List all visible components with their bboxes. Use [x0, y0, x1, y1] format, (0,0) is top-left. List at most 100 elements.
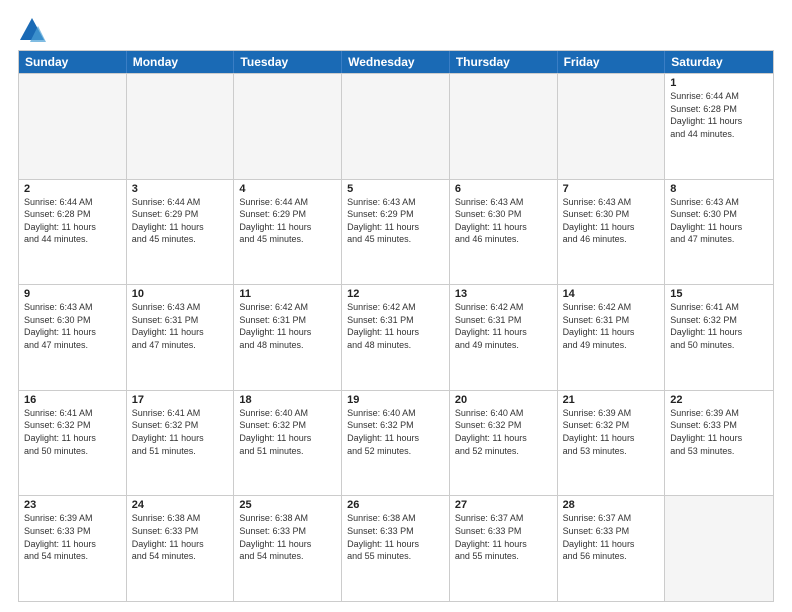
- day-number: 20: [455, 394, 552, 406]
- calendar-row-0: 1Sunrise: 6:44 AM Sunset: 6:28 PM Daylig…: [19, 73, 773, 179]
- day-info: Sunrise: 6:41 AM Sunset: 6:32 PM Dayligh…: [670, 301, 768, 351]
- weekday-header-sunday: Sunday: [19, 51, 127, 73]
- day-number: 22: [670, 394, 768, 406]
- calendar-body: 1Sunrise: 6:44 AM Sunset: 6:28 PM Daylig…: [19, 73, 773, 601]
- weekday-header-tuesday: Tuesday: [234, 51, 342, 73]
- day-info: Sunrise: 6:43 AM Sunset: 6:31 PM Dayligh…: [132, 301, 229, 351]
- day-info: Sunrise: 6:44 AM Sunset: 6:28 PM Dayligh…: [670, 90, 768, 140]
- day-number: 8: [670, 183, 768, 195]
- day-info: Sunrise: 6:38 AM Sunset: 6:33 PM Dayligh…: [239, 512, 336, 562]
- calendar-cell-6: 6Sunrise: 6:43 AM Sunset: 6:30 PM Daylig…: [450, 180, 558, 285]
- day-info: Sunrise: 6:39 AM Sunset: 6:32 PM Dayligh…: [563, 407, 660, 457]
- calendar-cell-empty-0-1: [127, 74, 235, 179]
- day-number: 28: [563, 499, 660, 511]
- calendar-cell-empty-0-4: [450, 74, 558, 179]
- day-info: Sunrise: 6:43 AM Sunset: 6:30 PM Dayligh…: [455, 196, 552, 246]
- day-number: 25: [239, 499, 336, 511]
- day-number: 10: [132, 288, 229, 300]
- calendar-cell-7: 7Sunrise: 6:43 AM Sunset: 6:30 PM Daylig…: [558, 180, 666, 285]
- day-number: 16: [24, 394, 121, 406]
- calendar-cell-8: 8Sunrise: 6:43 AM Sunset: 6:30 PM Daylig…: [665, 180, 773, 285]
- day-info: Sunrise: 6:43 AM Sunset: 6:30 PM Dayligh…: [563, 196, 660, 246]
- day-info: Sunrise: 6:42 AM Sunset: 6:31 PM Dayligh…: [563, 301, 660, 351]
- day-number: 2: [24, 183, 121, 195]
- day-info: Sunrise: 6:41 AM Sunset: 6:32 PM Dayligh…: [24, 407, 121, 457]
- calendar-cell-28: 28Sunrise: 6:37 AM Sunset: 6:33 PM Dayli…: [558, 496, 666, 601]
- calendar-cell-15: 15Sunrise: 6:41 AM Sunset: 6:32 PM Dayli…: [665, 285, 773, 390]
- calendar-cell-23: 23Sunrise: 6:39 AM Sunset: 6:33 PM Dayli…: [19, 496, 127, 601]
- calendar-cell-empty-0-3: [342, 74, 450, 179]
- day-number: 1: [670, 77, 768, 89]
- calendar-header: SundayMondayTuesdayWednesdayThursdayFrid…: [19, 51, 773, 73]
- day-info: Sunrise: 6:40 AM Sunset: 6:32 PM Dayligh…: [239, 407, 336, 457]
- day-number: 7: [563, 183, 660, 195]
- day-number: 17: [132, 394, 229, 406]
- day-number: 12: [347, 288, 444, 300]
- weekday-header-saturday: Saturday: [665, 51, 773, 73]
- day-number: 11: [239, 288, 336, 300]
- day-info: Sunrise: 6:41 AM Sunset: 6:32 PM Dayligh…: [132, 407, 229, 457]
- day-number: 4: [239, 183, 336, 195]
- day-info: Sunrise: 6:39 AM Sunset: 6:33 PM Dayligh…: [670, 407, 768, 457]
- day-info: Sunrise: 6:43 AM Sunset: 6:29 PM Dayligh…: [347, 196, 444, 246]
- calendar-cell-empty-0-0: [19, 74, 127, 179]
- day-number: 21: [563, 394, 660, 406]
- day-info: Sunrise: 6:44 AM Sunset: 6:28 PM Dayligh…: [24, 196, 121, 246]
- calendar-cell-9: 9Sunrise: 6:43 AM Sunset: 6:30 PM Daylig…: [19, 285, 127, 390]
- calendar-row-1: 2Sunrise: 6:44 AM Sunset: 6:28 PM Daylig…: [19, 179, 773, 285]
- day-number: 13: [455, 288, 552, 300]
- calendar-cell-10: 10Sunrise: 6:43 AM Sunset: 6:31 PM Dayli…: [127, 285, 235, 390]
- day-number: 14: [563, 288, 660, 300]
- weekday-header-thursday: Thursday: [450, 51, 558, 73]
- calendar-row-4: 23Sunrise: 6:39 AM Sunset: 6:33 PM Dayli…: [19, 495, 773, 601]
- calendar-cell-17: 17Sunrise: 6:41 AM Sunset: 6:32 PM Dayli…: [127, 391, 235, 496]
- calendar-cell-21: 21Sunrise: 6:39 AM Sunset: 6:32 PM Dayli…: [558, 391, 666, 496]
- day-number: 3: [132, 183, 229, 195]
- calendar-cell-3: 3Sunrise: 6:44 AM Sunset: 6:29 PM Daylig…: [127, 180, 235, 285]
- calendar-cell-empty-0-5: [558, 74, 666, 179]
- calendar-cell-27: 27Sunrise: 6:37 AM Sunset: 6:33 PM Dayli…: [450, 496, 558, 601]
- day-number: 26: [347, 499, 444, 511]
- calendar-cell-5: 5Sunrise: 6:43 AM Sunset: 6:29 PM Daylig…: [342, 180, 450, 285]
- weekday-header-monday: Monday: [127, 51, 235, 73]
- day-number: 27: [455, 499, 552, 511]
- day-number: 24: [132, 499, 229, 511]
- calendar-cell-2: 2Sunrise: 6:44 AM Sunset: 6:28 PM Daylig…: [19, 180, 127, 285]
- calendar-cell-20: 20Sunrise: 6:40 AM Sunset: 6:32 PM Dayli…: [450, 391, 558, 496]
- day-number: 6: [455, 183, 552, 195]
- calendar-cell-26: 26Sunrise: 6:38 AM Sunset: 6:33 PM Dayli…: [342, 496, 450, 601]
- day-info: Sunrise: 6:42 AM Sunset: 6:31 PM Dayligh…: [455, 301, 552, 351]
- day-number: 18: [239, 394, 336, 406]
- calendar-cell-11: 11Sunrise: 6:42 AM Sunset: 6:31 PM Dayli…: [234, 285, 342, 390]
- day-number: 9: [24, 288, 121, 300]
- calendar-cell-25: 25Sunrise: 6:38 AM Sunset: 6:33 PM Dayli…: [234, 496, 342, 601]
- day-info: Sunrise: 6:44 AM Sunset: 6:29 PM Dayligh…: [239, 196, 336, 246]
- calendar-cell-19: 19Sunrise: 6:40 AM Sunset: 6:32 PM Dayli…: [342, 391, 450, 496]
- day-info: Sunrise: 6:38 AM Sunset: 6:33 PM Dayligh…: [132, 512, 229, 562]
- logo: [18, 16, 48, 44]
- calendar-row-3: 16Sunrise: 6:41 AM Sunset: 6:32 PM Dayli…: [19, 390, 773, 496]
- day-number: 23: [24, 499, 121, 511]
- page: SundayMondayTuesdayWednesdayThursdayFrid…: [0, 0, 792, 612]
- day-number: 15: [670, 288, 768, 300]
- day-info: Sunrise: 6:39 AM Sunset: 6:33 PM Dayligh…: [24, 512, 121, 562]
- day-info: Sunrise: 6:43 AM Sunset: 6:30 PM Dayligh…: [24, 301, 121, 351]
- day-info: Sunrise: 6:37 AM Sunset: 6:33 PM Dayligh…: [563, 512, 660, 562]
- calendar: SundayMondayTuesdayWednesdayThursdayFrid…: [18, 50, 774, 602]
- header: [18, 16, 774, 44]
- calendar-cell-13: 13Sunrise: 6:42 AM Sunset: 6:31 PM Dayli…: [450, 285, 558, 390]
- logo-icon: [18, 16, 46, 44]
- calendar-cell-empty-4-6: [665, 496, 773, 601]
- calendar-cell-22: 22Sunrise: 6:39 AM Sunset: 6:33 PM Dayli…: [665, 391, 773, 496]
- calendar-cell-24: 24Sunrise: 6:38 AM Sunset: 6:33 PM Dayli…: [127, 496, 235, 601]
- day-info: Sunrise: 6:44 AM Sunset: 6:29 PM Dayligh…: [132, 196, 229, 246]
- day-info: Sunrise: 6:38 AM Sunset: 6:33 PM Dayligh…: [347, 512, 444, 562]
- calendar-cell-18: 18Sunrise: 6:40 AM Sunset: 6:32 PM Dayli…: [234, 391, 342, 496]
- day-number: 19: [347, 394, 444, 406]
- day-info: Sunrise: 6:37 AM Sunset: 6:33 PM Dayligh…: [455, 512, 552, 562]
- calendar-cell-empty-0-2: [234, 74, 342, 179]
- calendar-cell-1: 1Sunrise: 6:44 AM Sunset: 6:28 PM Daylig…: [665, 74, 773, 179]
- day-info: Sunrise: 6:42 AM Sunset: 6:31 PM Dayligh…: [239, 301, 336, 351]
- day-info: Sunrise: 6:40 AM Sunset: 6:32 PM Dayligh…: [347, 407, 444, 457]
- weekday-header-wednesday: Wednesday: [342, 51, 450, 73]
